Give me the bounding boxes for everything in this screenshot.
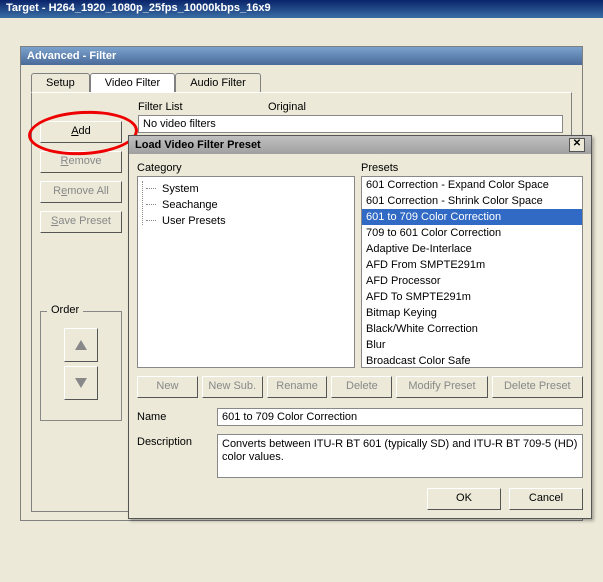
left-button-column: Add Remove Remove All Save Preset (40, 121, 122, 233)
preset-item[interactable]: Black/White Correction (362, 321, 582, 337)
filter-list-text: No video filters (138, 115, 563, 133)
category-tree[interactable]: System Seachange User Presets (137, 176, 355, 368)
tree-item-user-presets[interactable]: User Presets (146, 213, 350, 229)
order-group: Order (40, 311, 122, 421)
preset-item[interactable]: 601 to 709 Color Correction (362, 209, 582, 225)
preset-item[interactable]: 601 Correction - Shrink Color Space (362, 193, 582, 209)
tree-item-system[interactable]: System (146, 181, 350, 197)
preset-item[interactable]: AFD From SMPTE291m (362, 257, 582, 273)
tab-video-filter[interactable]: Video Filter (90, 73, 175, 92)
move-down-button[interactable] (64, 366, 98, 400)
filter-list-header: Filter List Original (40, 101, 563, 113)
close-icon[interactable]: ✕ (569, 138, 585, 152)
presets-label: Presets (361, 162, 398, 174)
preset-item[interactable]: Blur (362, 337, 582, 353)
window-titlebar: Target - H264_1920_1080p_25fps_10000kbps… (0, 0, 603, 18)
window-title: Target - H264_1920_1080p_25fps_10000kbps… (6, 2, 271, 14)
description-label: Description (137, 434, 217, 478)
rename-button[interactable]: Rename (267, 376, 328, 398)
preset-item[interactable]: AFD To SMPTE291m (362, 289, 582, 305)
tab-strip: Setup Video Filter Audio Filter (31, 73, 572, 92)
ok-button[interactable]: OK (427, 488, 501, 510)
new-button[interactable]: New (137, 376, 198, 398)
preset-item[interactable]: AFD Processor (362, 273, 582, 289)
tree-item-seachange[interactable]: Seachange (146, 197, 350, 213)
remove-button[interactable]: Remove (40, 151, 122, 173)
delete-button[interactable]: Delete (331, 376, 392, 398)
name-field[interactable]: 601 to 709 Color Correction (217, 408, 583, 426)
preset-item[interactable]: Broadcast Color Safe (362, 353, 582, 368)
panel-title: Advanced - Filter (21, 47, 582, 65)
new-sub-button[interactable]: New Sub. (202, 376, 263, 398)
move-up-button[interactable] (64, 328, 98, 362)
category-label: Category (137, 162, 361, 174)
original-label: Original (268, 101, 306, 113)
preset-item[interactable]: Adaptive De-Interlace (362, 241, 582, 257)
remove-all-button[interactable]: Remove All (40, 181, 122, 203)
cancel-button[interactable]: Cancel (509, 488, 583, 510)
tab-setup[interactable]: Setup (31, 73, 90, 92)
modify-preset-button[interactable]: Modify Preset (396, 376, 487, 398)
preset-item[interactable]: 709 to 601 Color Correction (362, 225, 582, 241)
dialog-titlebar: Load Video Filter Preset ✕ (129, 136, 591, 154)
name-label: Name (137, 411, 217, 423)
filter-list-label: Filter List (138, 101, 228, 113)
add-button[interactable]: Add (40, 121, 122, 143)
dialog-title: Load Video Filter Preset (135, 139, 261, 151)
preset-item[interactable]: Bitmap Keying (362, 305, 582, 321)
load-preset-dialog: Load Video Filter Preset ✕ Category Pres… (128, 135, 592, 519)
order-label: Order (47, 304, 83, 316)
save-preset-button[interactable]: Save Preset (40, 211, 122, 233)
description-field[interactable]: Converts between ITU-R BT 601 (typically… (217, 434, 583, 478)
delete-preset-button[interactable]: Delete Preset (492, 376, 583, 398)
preset-item[interactable]: 601 Correction - Expand Color Space (362, 177, 582, 193)
presets-list[interactable]: 601 Correction - Expand Color Space601 C… (361, 176, 583, 368)
tab-audio-filter[interactable]: Audio Filter (175, 73, 261, 92)
